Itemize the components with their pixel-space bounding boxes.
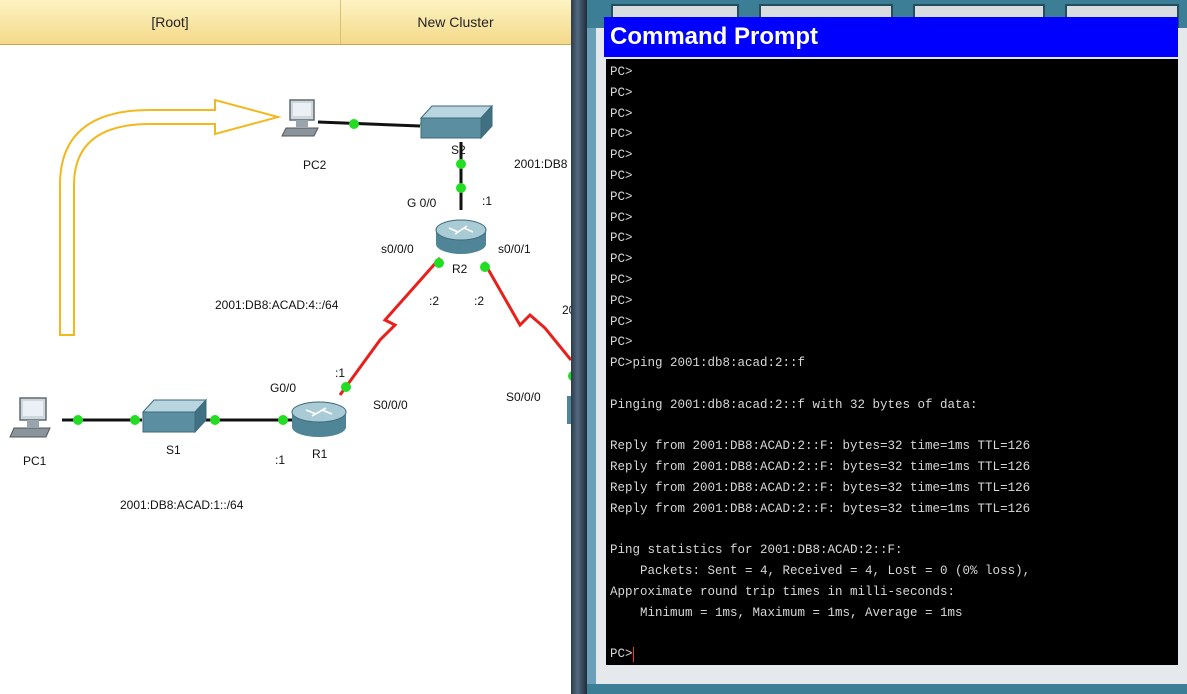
- terminal-line: PC>: [610, 148, 633, 163]
- network-lan1-label: 2001:DB8:ACAD:1::/64: [120, 498, 244, 512]
- link-up-dot: [456, 159, 466, 169]
- switch-s1-icon[interactable]: [141, 398, 208, 434]
- r2-s001-label: s0/0/1: [498, 242, 531, 256]
- terminal-line: Pinging 2001:db8:acad:2::f with 32 bytes…: [610, 397, 978, 412]
- terminal-line: PC>: [610, 252, 633, 267]
- terminal-line: Minimum = 1ms, Maximum = 1ms, Average = …: [610, 605, 963, 620]
- topology-canvas: [9, 98, 571, 438]
- r2-g00-label: G 0/0: [407, 196, 437, 210]
- link-up-dot: [210, 415, 220, 425]
- terminal-line: PC>: [610, 65, 633, 79]
- link-up-dot: [278, 415, 288, 425]
- terminal-line: Approximate round trip times in milli-se…: [610, 584, 956, 599]
- link-r1-r2: [338, 257, 442, 396]
- r1-s000-label: S0/0/0: [373, 398, 408, 412]
- terminal-line: PC>: [610, 106, 633, 121]
- switch-s2-icon[interactable]: [419, 104, 494, 140]
- pc1-icon[interactable]: [9, 397, 51, 438]
- terminal-line: PC>: [610, 85, 633, 100]
- r1-g00-address-label: :1: [275, 453, 286, 467]
- terminal-line: PC>: [610, 272, 633, 287]
- terminal-line: Reply from 2001:DB8:ACAD:2::F: bytes=32 …: [610, 480, 1031, 495]
- r1-s000-address-label: :1: [335, 366, 346, 380]
- terminal-output[interactable]: PC> PC> PC> PC> PC> PC> PC> PC> PC> PC> PC> PC> PC> P…: [606, 59, 1178, 665]
- ethernet-links: [62, 120, 463, 422]
- router-r2-icon[interactable]: [435, 219, 487, 254]
- link-up-dot: [480, 262, 490, 272]
- terminal-line: PC>: [610, 293, 633, 308]
- r1-label: R1: [312, 447, 328, 461]
- terminal-line: PC>: [610, 314, 633, 329]
- window-divider: [571, 0, 587, 694]
- link-up-dot: [349, 119, 359, 129]
- terminal-line: PC>: [610, 127, 633, 142]
- r2-s001-address-label: :2: [474, 294, 485, 308]
- link-up-dot: [341, 382, 351, 392]
- terminal-line: Ping statistics for 2001:DB8:ACAD:2::F:: [610, 543, 903, 558]
- s1-label: S1: [166, 443, 181, 457]
- terminal-line: PC>: [610, 231, 633, 246]
- terminal-prompt: PC>: [610, 647, 633, 662]
- pc1-label: PC1: [23, 454, 47, 468]
- terminal-line: PC>: [610, 189, 633, 204]
- terminal-line: PC>: [610, 210, 633, 225]
- terminal-line: Packets: Sent = 4, Received = 4, Lost = …: [610, 564, 1031, 579]
- r2-label: R2: [452, 262, 468, 276]
- s2-label: S2: [451, 143, 466, 157]
- r1-g00-label: G0/0: [270, 381, 297, 395]
- terminal-line: Reply from 2001:DB8:ACAD:2::F: bytes=32 …: [610, 460, 1031, 475]
- pc2-icon[interactable]: [281, 99, 319, 137]
- window-bottom-strip: [587, 684, 1187, 694]
- terminal-line: PC>: [610, 168, 633, 183]
- pc2-label: PC2: [303, 158, 327, 172]
- command-prompt-title: Command Prompt: [604, 17, 1178, 57]
- terminal-line: PC>ping 2001:db8:acad:2::f: [610, 356, 806, 371]
- network-serial-r1-r2-label: 2001:DB8:ACAD:4::/64: [215, 298, 339, 312]
- logical-workspace[interactable]: [Root] New Cluster PC2 S2 R2 PC1 S1 R1 G…: [0, 0, 575, 694]
- serial-links: [338, 257, 571, 396]
- r3-s000-label: S0/0/0: [506, 390, 541, 404]
- link-pc2-s2: [317, 120, 421, 128]
- terminal-line: Reply from 2001:DB8:ACAD:2::F: bytes=32 …: [610, 501, 1031, 516]
- terminal-line: PC>: [610, 335, 633, 350]
- pc-config-window: Command Prompt PC> PC> PC> PC> PC> PC> PC> PC> P…: [587, 0, 1187, 694]
- terminal-line: Reply from 2001:DB8:ACAD:2::F: bytes=32 …: [610, 439, 1031, 454]
- r2-g00-address-label: :1: [482, 194, 493, 208]
- r2-s000-label: s0/0/0: [381, 242, 414, 256]
- link-up-dot: [434, 258, 444, 268]
- link-up-dot: [456, 183, 466, 193]
- r2-s000-address-label: :2: [429, 294, 440, 308]
- link-up-dot: [130, 415, 140, 425]
- link-r2-r3: [482, 261, 571, 361]
- text-cursor: [632, 646, 634, 662]
- router-r1-icon[interactable]: [291, 401, 347, 437]
- network-lan2-label: 2001:DB8: [514, 157, 568, 171]
- link-up-dot: [73, 415, 83, 425]
